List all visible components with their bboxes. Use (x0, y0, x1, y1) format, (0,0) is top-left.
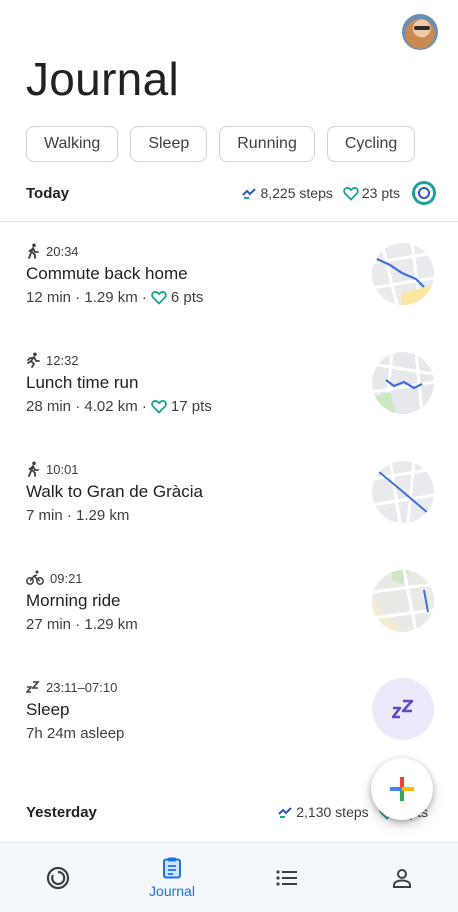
bike-icon (26, 570, 44, 585)
sleep-icon (26, 681, 40, 693)
entry-meta: 12 min · 1.29 km · 6 pts (26, 289, 434, 306)
yesterday-steps: 2,130 steps (277, 804, 369, 820)
steps-icon (242, 188, 257, 199)
today-points: 23 pts (343, 185, 400, 201)
run-icon (27, 352, 40, 368)
daily-goal-inner-ring (418, 187, 430, 199)
entry-time-line: 20:34 (26, 242, 434, 260)
add-activity-button[interactable] (371, 758, 433, 820)
entry-time: 12:32 (46, 352, 79, 368)
entry-time: 09:21 (50, 570, 83, 586)
entry-duration: 28 min · 4.02 km · (26, 398, 147, 415)
today-steps-value: 8,225 steps (260, 185, 333, 201)
route-map-thumbnail (372, 243, 434, 305)
journal-icon (163, 857, 181, 879)
journal-entry[interactable]: 12:32 Lunch time run 28 min · 4.02 km · … (26, 351, 434, 431)
entry-time-line: 23:11–07:10 (26, 678, 434, 696)
nav-browse[interactable] (232, 843, 342, 912)
entry-meta: 27 min · 1.29 km (26, 616, 434, 633)
walk-icon (28, 243, 39, 259)
route-map-thumbnail (372, 461, 434, 523)
avatar-glasses (414, 26, 430, 30)
route-map-thumbnail (372, 570, 434, 632)
entry-time: 20:34 (46, 243, 79, 259)
profile-icon (393, 869, 411, 888)
steps-icon (278, 807, 292, 818)
entry-time: 10:01 (46, 461, 79, 477)
list-icon (276, 870, 297, 886)
walk-icon (28, 461, 39, 477)
entry-meta: 7 min · 1.29 km (26, 507, 434, 524)
entry-time: 23:11–07:10 (46, 679, 118, 695)
entry-time-line: 12:32 (26, 351, 434, 369)
yesterday-summary-row: Yesterday 2,130 steps 0 pts (26, 797, 428, 827)
entry-duration: 27 min · 1.29 km (26, 616, 138, 633)
heart-points-icon (151, 400, 167, 414)
daily-goal-ring-icon[interactable] (412, 181, 436, 205)
page-title: Journal (26, 53, 179, 105)
today-summary-row: Today 8,225 steps 23 pts (26, 178, 436, 208)
bottom-navigation: Journal (0, 842, 458, 912)
sleep-thumbnail (372, 678, 434, 740)
chip-cycling[interactable]: Cycling (326, 126, 416, 162)
entry-duration: 12 min · 1.29 km · (26, 289, 147, 306)
entry-time-line: 10:01 (26, 460, 434, 478)
today-points-value: 23 pts (361, 185, 400, 201)
today-steps: 8,225 steps (241, 185, 333, 201)
heart-points-icon (343, 186, 359, 201)
entry-meta: 28 min · 4.02 km · 17 pts (26, 398, 434, 415)
entry-points: 17 pts (170, 398, 212, 415)
activity-filter-chips: Walking Sleep Running Cycling (26, 126, 416, 162)
yesterday-steps-value: 2,130 steps (296, 804, 369, 820)
journal-entry[interactable]: 10:01 Walk to Gran de Gràcia 7 min · 1.2… (26, 460, 434, 540)
entry-duration: 7 min · 1.29 km (26, 507, 130, 524)
yesterday-label: Yesterday (26, 803, 97, 821)
profile-avatar[interactable] (402, 14, 438, 50)
entry-points: 6 pts (170, 289, 204, 306)
nav-journal-label: Journal (149, 883, 195, 899)
nav-journal[interactable]: Journal (117, 843, 227, 912)
entry-meta: 7h 24m asleep (26, 725, 434, 742)
plus-icon (390, 777, 414, 801)
home-ring-icon (46, 866, 70, 890)
chip-walking[interactable]: Walking (26, 126, 119, 162)
journal-entry[interactable]: 23:11–07:10 Sleep 7h 24m asleep (26, 678, 434, 758)
entry-duration: 7h 24m asleep (26, 725, 125, 742)
journal-entry[interactable]: 20:34 Commute back home 12 min · 1.29 km… (26, 242, 434, 322)
journal-entry[interactable]: 09:21 Morning ride 27 min · 1.29 km (26, 569, 434, 649)
sleep-zz-icon (392, 699, 414, 719)
today-label: Today (26, 184, 70, 202)
chip-running[interactable]: Running (219, 126, 315, 162)
route-map-thumbnail (372, 352, 434, 414)
chip-sleep[interactable]: Sleep (130, 126, 208, 162)
heart-points-icon (151, 291, 167, 305)
nav-profile[interactable] (347, 843, 457, 912)
entry-time-line: 09:21 (26, 569, 434, 587)
section-divider (0, 221, 458, 222)
nav-home[interactable] (3, 843, 113, 912)
